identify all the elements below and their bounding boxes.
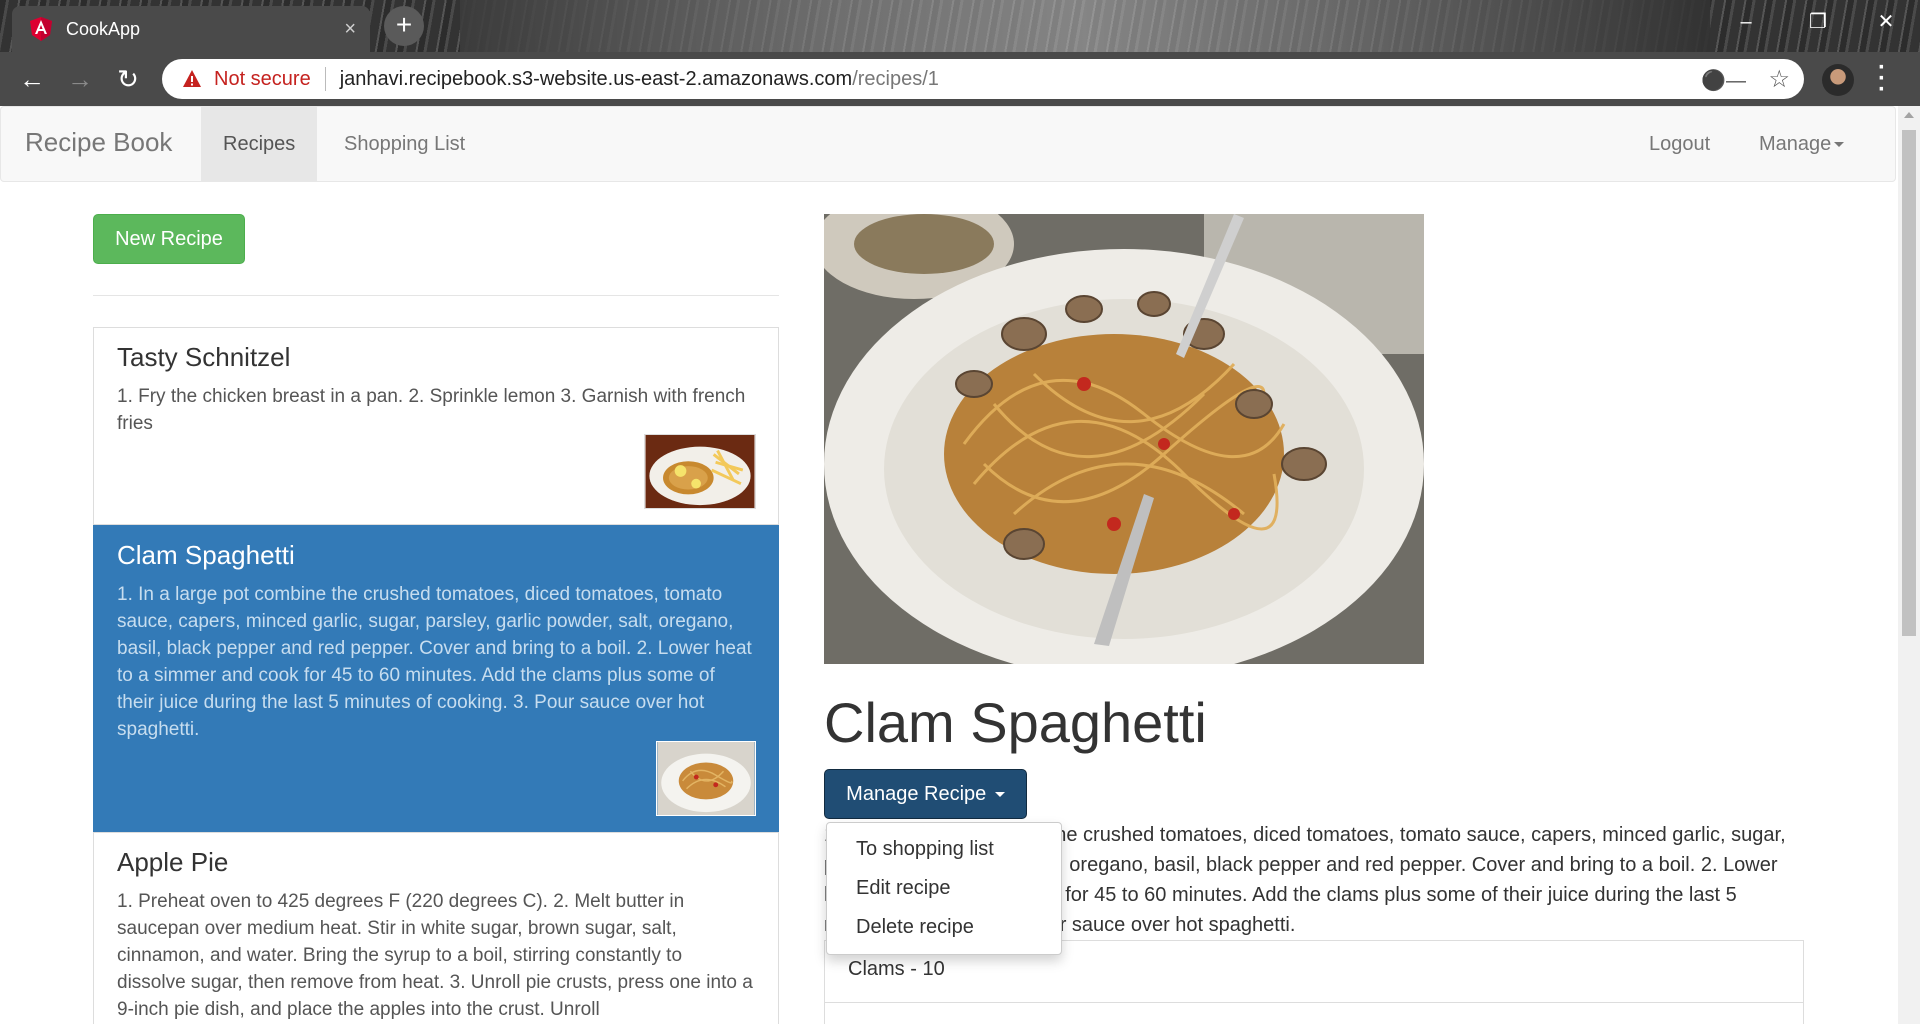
scrollbar-thumb[interactable] (1902, 130, 1916, 636)
browser-menu-icon[interactable]: · · · (1878, 56, 1886, 102)
reload-icon[interactable]: ↻ (114, 65, 142, 93)
menu-item-delete-recipe[interactable]: Delete recipe (827, 908, 1061, 947)
url-host: janhavi.recipebook.s3-website.us-east-2.… (339, 67, 853, 90)
profile-avatar[interactable] (1822, 64, 1854, 96)
recipe-item-description: 1. Preheat oven to 425 degrees F (220 de… (117, 891, 753, 1020)
url-separator (324, 67, 326, 91)
not-secure-label[interactable]: Not secure (214, 68, 311, 91)
bookmark-star-icon[interactable]: ☆ (1768, 65, 1790, 94)
recipe-item-name: Clam Spaghetti (117, 540, 295, 570)
titlebar-background (460, 0, 1710, 52)
spaghetti-thumbnail (656, 741, 756, 816)
manage-recipe-label: Manage Recipe (846, 783, 987, 805)
warning-icon (183, 70, 201, 87)
nav-manage-label: Manage (1759, 133, 1832, 155)
navbar-brand[interactable]: Recipe Book (25, 127, 172, 158)
caret-down-icon (994, 792, 1005, 798)
url-path: /recipes/1 (852, 67, 939, 90)
sidebar-divider (93, 295, 779, 296)
scroll-up-icon[interactable] (1904, 112, 1914, 118)
caret-down-icon (1834, 142, 1845, 148)
recipe-title: Clam Spaghetti (824, 691, 1207, 754)
manage-recipe-dropdown: To shopping list Edit recipe Delete reci… (826, 822, 1062, 955)
minimize-icon[interactable]: – (1718, 0, 1774, 44)
nav-recipes[interactable]: Recipes (201, 107, 318, 181)
recipe-item-tasty-schnitzel[interactable]: Tasty Schnitzel 1. Fry the chicken breas… (93, 327, 779, 525)
close-window-icon[interactable]: ✕ (1858, 0, 1914, 44)
new-tab-button[interactable]: + (384, 6, 424, 46)
forward-icon[interactable]: → (66, 65, 94, 93)
schnitzel-thumbnail (644, 434, 756, 509)
address-bar[interactable]: Not secure janhavi.recipebook.s3-website… (162, 59, 1804, 99)
back-icon[interactable]: ← (18, 65, 46, 93)
recipe-item-description: 1. Fry the chicken breast in a pan. 2. S… (117, 386, 746, 434)
browser-tab[interactable]: CookApp × (12, 6, 370, 52)
new-recipe-button[interactable]: New Recipe (93, 214, 245, 264)
app-navbar: Recipe Book Recipes Shopping List Logout… (0, 106, 1896, 182)
close-tab-icon[interactable]: × (344, 18, 356, 41)
recipe-item-name: Tasty Schnitzel (117, 342, 291, 372)
key-icon[interactable]: ⚫— (1701, 68, 1746, 93)
restore-icon[interactable]: ❐ (1790, 0, 1846, 44)
nav-logout[interactable]: Logout (1627, 107, 1732, 181)
recipe-item-description: 1. In a large pot combine the crushed to… (117, 584, 752, 740)
page-viewport: Recipe Book Recipes Shopping List Logout… (0, 106, 1898, 1024)
browser-titlebar: CookApp × + – ❐ ✕ (0, 0, 1920, 52)
menu-item-edit-recipe[interactable]: Edit recipe (827, 869, 1061, 908)
recipe-item-name: Apple Pie (117, 847, 229, 877)
browser-toolbar: ← → ↻ Not secure janhavi.recipebook.s3-w… (0, 52, 1920, 106)
recipe-item-clam-spaghetti[interactable]: Clam Spaghetti 1. In a large pot combine… (93, 525, 779, 832)
recipe-item-apple-pie[interactable]: Apple Pie 1. Preheat oven to 425 degrees… (93, 832, 779, 1024)
nav-shopping-list[interactable]: Shopping List (322, 107, 487, 181)
manage-recipe-button[interactable]: Manage Recipe (824, 769, 1027, 819)
angular-logo-icon (30, 17, 52, 41)
recipe-image (824, 214, 1424, 664)
page-scrollbar[interactable] (1898, 106, 1920, 1024)
tab-title: CookApp (66, 18, 141, 39)
menu-item-to-shopping-list[interactable]: To shopping list (827, 830, 1061, 869)
nav-manage-dropdown[interactable]: Manage (1737, 107, 1866, 181)
ingredient-item (824, 1002, 1804, 1024)
